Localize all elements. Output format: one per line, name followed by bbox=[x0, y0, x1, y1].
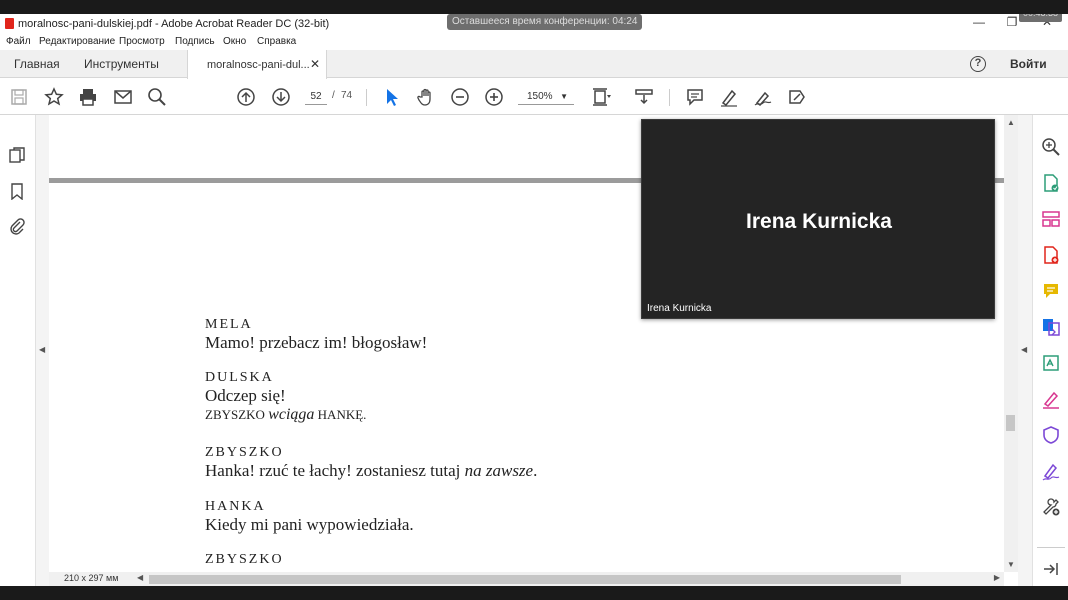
menu-window[interactable]: Окно bbox=[223, 36, 246, 47]
fit-page-icon[interactable] bbox=[591, 87, 611, 107]
participant-name-large: Irena Kurnicka bbox=[746, 210, 892, 233]
chevron-down-icon: ▼ bbox=[560, 92, 568, 101]
scroll-left-icon[interactable]: ◀ bbox=[137, 573, 143, 582]
page-size-label: 210 x 297 мм bbox=[64, 573, 119, 583]
panel-divider bbox=[1037, 547, 1065, 548]
chevron-left-icon: ◀ bbox=[1021, 345, 1028, 354]
dialogue-line: Mamo! przebacz im! błogosław! bbox=[205, 333, 428, 352]
login-button[interactable]: Войти bbox=[1010, 57, 1047, 71]
minimize-button[interactable]: — bbox=[972, 15, 986, 29]
tabs-bar: Главная Инструменты moralnosc-pani-dul..… bbox=[0, 50, 1068, 79]
comment-tool-icon[interactable] bbox=[1041, 281, 1061, 301]
dialogue-block: MELA Mamo! przebacz im! błogosław! bbox=[205, 317, 427, 353]
dialogue-block: ZBYSZKO bbox=[205, 552, 284, 568]
collapse-panel-icon[interactable] bbox=[1041, 559, 1061, 579]
dialogue-block: HANKA Kiedy mi pani wypowiedziała. bbox=[205, 499, 414, 535]
tab-close-icon[interactable]: ✕ bbox=[310, 57, 320, 71]
window-title: moralnosc-pani-dulskiej.pdf - Adobe Acro… bbox=[18, 18, 330, 30]
sign-icon[interactable] bbox=[753, 87, 773, 107]
restore-button[interactable]: ❐ bbox=[1005, 15, 1019, 29]
clock: 00:48:38 bbox=[1018, 14, 1062, 22]
horizontal-scroll-thumb[interactable] bbox=[149, 575, 901, 584]
toolbar-divider bbox=[669, 89, 670, 106]
dialogue-line: Odczep się! bbox=[205, 386, 286, 405]
print-icon[interactable] bbox=[78, 87, 98, 107]
scroll-thumb[interactable] bbox=[1006, 415, 1015, 431]
left-nav-panel bbox=[0, 115, 36, 586]
speaker-name: DULSKA bbox=[205, 370, 274, 385]
scroll-up-icon[interactable]: ▲ bbox=[1007, 118, 1015, 127]
conference-timer: Оставшееся время конференции: 04:24 bbox=[447, 14, 643, 30]
menu-file[interactable]: Файл bbox=[6, 36, 31, 47]
speaker-name: HANKA bbox=[205, 499, 266, 514]
speaker-name: ZBYSZKO bbox=[205, 552, 284, 567]
zoom-select[interactable]: 150% ▼ bbox=[518, 88, 574, 105]
speaker-name: ZBYSZKO bbox=[205, 445, 284, 460]
zoom-value: 150% bbox=[527, 91, 553, 102]
scroll-mode-icon[interactable] bbox=[634, 87, 654, 107]
dialogue-line: Hanka! rzuć te łachy! zostaniesz tutaj n… bbox=[205, 461, 538, 480]
page-up-icon[interactable] bbox=[236, 87, 256, 107]
menu-view[interactable]: Просмотр bbox=[119, 36, 165, 47]
right-tools-panel bbox=[1032, 115, 1068, 586]
dialogue-block: DULSKA Odczep się! ZBYSZKO wciąga HANKĘ. bbox=[205, 370, 366, 424]
menu-help[interactable]: Справка bbox=[257, 36, 296, 47]
scroll-right-icon[interactable]: ▶ bbox=[994, 573, 1000, 582]
export-pdf-icon[interactable] bbox=[1041, 173, 1061, 193]
page-number-input[interactable]: 52 bbox=[305, 88, 327, 105]
tab-document[interactable]: moralnosc-pani-dul... ✕ bbox=[187, 50, 327, 79]
attachment-icon[interactable] bbox=[8, 217, 26, 235]
hand-tool-icon[interactable] bbox=[416, 87, 436, 107]
menu-edit[interactable]: Редактирование bbox=[39, 36, 115, 47]
acrobat-window: moralnosc-pani-dulskiej.pdf - Adobe Acro… bbox=[0, 14, 1068, 586]
select-cursor-icon[interactable] bbox=[382, 87, 402, 107]
page-separator: / bbox=[332, 90, 335, 101]
comment-icon[interactable] bbox=[685, 87, 705, 107]
bookmark-icon[interactable] bbox=[8, 182, 26, 201]
save-icon[interactable] bbox=[9, 87, 29, 107]
screen: moralnosc-pani-dulskiej.pdf - Adobe Acro… bbox=[0, 0, 1068, 600]
page-thumbnails-icon[interactable] bbox=[8, 146, 26, 164]
status-bar: 210 x 297 мм ◀ ▶ bbox=[49, 572, 1004, 586]
tab-tools[interactable]: Инструменты bbox=[84, 57, 159, 71]
tab-document-label: moralnosc-pani-dul... bbox=[207, 59, 310, 71]
create-pdf-icon[interactable] bbox=[1041, 245, 1061, 265]
page-down-icon[interactable] bbox=[271, 87, 291, 107]
right-panel-toggle[interactable]: ◀ bbox=[1018, 115, 1032, 586]
fill-sign-icon[interactable] bbox=[787, 87, 807, 107]
protect-shield-icon[interactable] bbox=[1041, 425, 1061, 445]
combine-files-icon[interactable] bbox=[1041, 317, 1061, 337]
bookmark-star-icon[interactable] bbox=[44, 87, 64, 107]
request-signature-icon[interactable] bbox=[1041, 461, 1061, 481]
chevron-left-icon: ◀ bbox=[39, 345, 46, 354]
stage-direction: ZBYSZKO wciąga HANKĘ. bbox=[205, 406, 367, 423]
toolbar-divider bbox=[366, 89, 367, 106]
participant-name-label: Irena Kurnicka bbox=[647, 303, 712, 314]
fill-sign-tool-icon[interactable] bbox=[1041, 389, 1061, 409]
highlight-pen-icon[interactable] bbox=[719, 87, 739, 107]
dialogue-line: Kiedy mi pani wypowiedziała. bbox=[205, 515, 414, 534]
email-icon[interactable] bbox=[113, 87, 133, 107]
toolbar: 52 / 74 150% ▼ bbox=[0, 79, 1068, 115]
organize-pages-icon[interactable] bbox=[1041, 209, 1061, 229]
menu-bar: Файл Редактирование Просмотр Подпись Окн… bbox=[0, 34, 1068, 50]
more-tools-icon[interactable] bbox=[1041, 497, 1061, 517]
speaker-name: MELA bbox=[205, 317, 253, 332]
menu-sign[interactable]: Подпись bbox=[175, 36, 215, 47]
video-participant-tile[interactable]: Irena Kurnicka Irena Kurnicka bbox=[641, 119, 995, 319]
edit-pdf-icon[interactable] bbox=[1041, 353, 1061, 373]
help-icon[interactable]: ? bbox=[970, 56, 986, 72]
left-panel-toggle[interactable]: ◀ bbox=[36, 115, 49, 586]
page-total: 74 bbox=[341, 90, 353, 101]
dialogue-block: ZBYSZKO Hanka! rzuć te łachy! zostaniesz… bbox=[205, 445, 537, 481]
vertical-scrollbar[interactable]: ▲ ▼ bbox=[1004, 115, 1018, 572]
search-icon[interactable] bbox=[147, 87, 167, 107]
search-zoom-icon[interactable] bbox=[1041, 137, 1061, 157]
scroll-down-icon[interactable]: ▼ bbox=[1007, 560, 1015, 569]
title-bar: moralnosc-pani-dulskiej.pdf - Adobe Acro… bbox=[0, 14, 1068, 34]
zoom-in-icon[interactable] bbox=[484, 87, 504, 107]
tab-home[interactable]: Главная bbox=[14, 57, 60, 71]
pdf-app-icon bbox=[5, 18, 14, 29]
zoom-out-icon[interactable] bbox=[450, 87, 470, 107]
